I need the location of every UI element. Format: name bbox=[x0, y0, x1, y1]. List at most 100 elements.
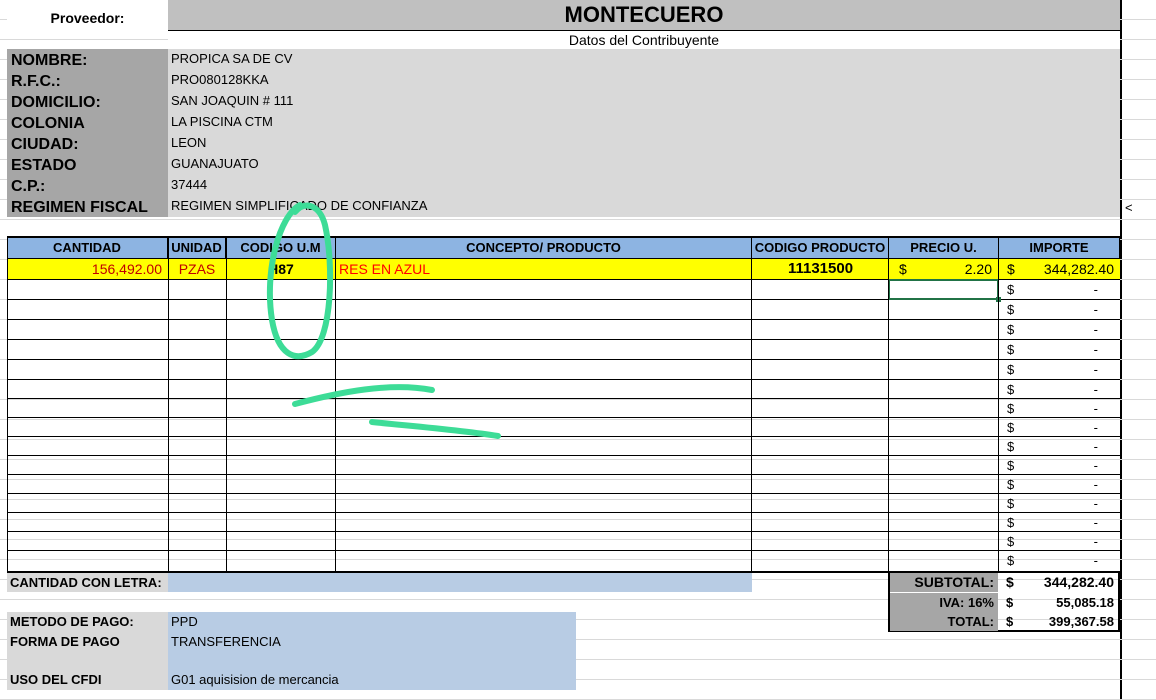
empty-importe-cell[interactable]: $ - bbox=[999, 513, 1120, 532]
importe-currency-symbol: $ bbox=[1007, 477, 1015, 492]
importe-currency-symbol: $ bbox=[1007, 302, 1015, 317]
precio-currency-symbol: $ bbox=[899, 261, 907, 277]
importe-currency-symbol: $ bbox=[1007, 362, 1015, 377]
taxpayer-value[interactable]: GUANAJUATO bbox=[171, 154, 259, 175]
taxpayer-label: R.F.C.: bbox=[11, 73, 61, 90]
totals-value: 55,085.18 bbox=[1056, 595, 1114, 610]
col-codigo-producto-header[interactable]: CODIGO PRODUCTO bbox=[752, 238, 889, 258]
totals-label: SUBTOTAL: bbox=[890, 573, 998, 592]
importe-currency-symbol: $ bbox=[1007, 420, 1015, 435]
taxpayer-value[interactable]: LA PISCINA CTM bbox=[171, 112, 273, 133]
taxpayer-label: NOMBRE: bbox=[11, 52, 88, 69]
importe-currency-symbol: $ bbox=[1007, 282, 1015, 297]
row-codigo-um[interactable]: H87 bbox=[226, 259, 336, 279]
importe-empty-value: - bbox=[1093, 439, 1098, 454]
payment-value[interactable]: TRANSFERENCIA bbox=[171, 632, 281, 652]
totals-value-cell[interactable]: $399,367.58 bbox=[999, 612, 1118, 631]
row-divider bbox=[7, 531, 1120, 532]
empty-importe-cell[interactable]: $ - bbox=[999, 380, 1120, 399]
importe-empty-value: - bbox=[1093, 342, 1098, 357]
col-concepto-header[interactable]: CONCEPTO/ PRODUCTO bbox=[336, 238, 752, 258]
col-line bbox=[751, 238, 752, 572]
empty-importe-cell[interactable]: $ - bbox=[999, 437, 1120, 456]
row-cantidad[interactable]: 156,492.00 bbox=[7, 259, 168, 279]
importe-empty-value: - bbox=[1093, 553, 1098, 568]
empty-importe-cell[interactable]: $ - bbox=[999, 551, 1120, 570]
row-precio-cell[interactable]: $ 2.20 bbox=[889, 259, 999, 279]
company-title-cell[interactable]: MONTECUERO bbox=[168, 0, 1120, 30]
payment-label: FORMA DE PAGO bbox=[10, 634, 120, 649]
taxpayer-label: CIUDAD: bbox=[11, 136, 79, 153]
empty-importe-cell[interactable]: $ - bbox=[999, 360, 1120, 379]
totals-value: 399,367.58 bbox=[1048, 614, 1114, 629]
subtitle: Datos del Contribuyente bbox=[568, 32, 720, 48]
totals-currency-symbol: $ bbox=[1006, 574, 1014, 590]
row-divider bbox=[7, 550, 1120, 551]
col-line bbox=[7, 238, 8, 572]
empty-importe-cell[interactable]: $ - bbox=[999, 418, 1120, 437]
importe-currency-symbol: $ bbox=[1007, 342, 1015, 357]
taxpayer-label: DOMICILIO: bbox=[11, 94, 101, 111]
row-concepto[interactable]: RES EN AZUL bbox=[336, 259, 752, 279]
totals-value-cell[interactable]: $344,282.40 bbox=[999, 573, 1118, 592]
empty-importe-cell[interactable]: $ - bbox=[999, 320, 1120, 339]
empty-importe-cell[interactable]: $ - bbox=[999, 532, 1120, 551]
importe-currency-symbol: $ bbox=[1007, 401, 1015, 416]
importe-empty-value: - bbox=[1093, 477, 1098, 492]
importe-empty-value: - bbox=[1093, 382, 1098, 397]
importe-empty-value: - bbox=[1093, 282, 1098, 297]
taxpayer-value[interactable]: PRO080128KKA bbox=[171, 70, 269, 91]
empty-importe-cell[interactable]: $ - bbox=[999, 494, 1120, 513]
empty-importe-cell[interactable]: $ - bbox=[999, 475, 1120, 494]
payment-value[interactable]: PPD bbox=[171, 612, 198, 632]
selected-cell[interactable] bbox=[888, 279, 999, 300]
col-line bbox=[998, 238, 999, 572]
payment-value[interactable]: G01 aquisision de mercancia bbox=[171, 670, 339, 690]
company-title: MONTECUERO bbox=[564, 2, 724, 27]
side-mark: < bbox=[1125, 200, 1133, 215]
empty-importe-cell[interactable]: $ - bbox=[999, 456, 1120, 475]
row-divider bbox=[7, 379, 1120, 380]
payment-label: METODO DE PAGO: bbox=[10, 614, 134, 629]
row-divider bbox=[7, 319, 1120, 320]
empty-importe-cell[interactable]: $ - bbox=[999, 399, 1120, 418]
subtitle-cell[interactable]: Datos del Contribuyente bbox=[168, 31, 1120, 49]
taxpayer-value[interactable]: 37444 bbox=[171, 175, 207, 196]
empty-importe-cell[interactable]: $ - bbox=[999, 340, 1120, 359]
proveedor-label-cell[interactable]: Proveedor: bbox=[7, 0, 168, 32]
col-line bbox=[335, 238, 336, 572]
importe-empty-value: - bbox=[1093, 420, 1098, 435]
col-unidad-header[interactable]: UNIDAD bbox=[168, 238, 226, 258]
importe-empty-value: - bbox=[1093, 401, 1098, 416]
row-codigo-producto[interactable]: 11131500 bbox=[752, 259, 889, 279]
row-importe-cell[interactable]: $ 344,282.40 bbox=[999, 259, 1120, 279]
row-divider bbox=[7, 512, 1120, 513]
empty-importe-cell[interactable]: $ - bbox=[999, 300, 1120, 319]
row-precio: 2.20 bbox=[964, 261, 992, 277]
proveedor-label: Proveedor: bbox=[50, 10, 125, 26]
importe-empty-value: - bbox=[1093, 458, 1098, 473]
row-unidad[interactable]: PZAS bbox=[168, 259, 226, 279]
col-cantidad-header[interactable]: CANTIDAD bbox=[7, 238, 168, 258]
importe-currency-symbol: $ bbox=[1007, 515, 1015, 530]
totals-value-cell[interactable]: $55,085.18 bbox=[999, 593, 1118, 612]
col-codigo-um-header[interactable]: CODIGO U.M bbox=[226, 238, 336, 258]
cantidad-con-letra-label: CANTIDAD CON LETRA: bbox=[7, 573, 168, 592]
col-precio-header[interactable]: PRECIO U. bbox=[889, 238, 999, 258]
taxpayer-value[interactable]: REGIMEN SIMPLIFICADO DE CONFIANZA bbox=[171, 196, 427, 217]
row-divider bbox=[7, 436, 1120, 437]
importe-currency-symbol: $ bbox=[1007, 382, 1015, 397]
col-importe-header[interactable]: IMPORTE bbox=[999, 238, 1120, 258]
importe-empty-value: - bbox=[1093, 534, 1098, 549]
row-divider bbox=[7, 339, 1120, 340]
empty-importe-cell[interactable]: $ - bbox=[999, 280, 1120, 299]
importe-empty-value: - bbox=[1093, 515, 1098, 530]
taxpayer-value[interactable]: PROPICA SA DE CV bbox=[171, 49, 292, 70]
taxpayer-value[interactable]: LEON bbox=[171, 133, 206, 154]
cantidad-con-letra-field[interactable] bbox=[168, 573, 752, 592]
importe-currency-symbol: $ bbox=[1007, 458, 1015, 473]
row-divider bbox=[7, 417, 1120, 418]
taxpayer-value[interactable]: SAN JOAQUIN # 111 bbox=[171, 91, 293, 112]
importe-empty-value: - bbox=[1093, 302, 1098, 317]
totals-currency-symbol: $ bbox=[1006, 595, 1014, 610]
